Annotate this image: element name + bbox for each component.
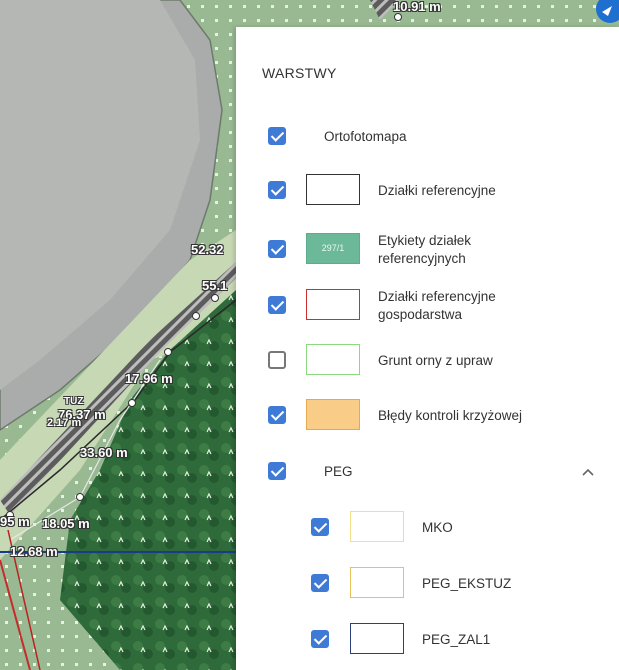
- map-measurement-label: 2.17 m: [47, 417, 82, 429]
- layer-swatch: [350, 567, 404, 598]
- layer-swatch: [350, 511, 404, 542]
- layers-panel: WARSTWY Ortofotomapa Działki referencyjn…: [236, 27, 619, 670]
- map-measurement-label: 33.60 m: [80, 445, 128, 460]
- layer-swatch: [350, 623, 404, 654]
- map-measurement-label: 10.91 m: [393, 0, 441, 14]
- layer-label: PEG_ZAL1: [422, 632, 491, 648]
- checkbox[interactable]: [311, 518, 329, 536]
- layer-row-dzialki-gospodarstwa[interactable]: Działki referencyjne gospodarstwa: [236, 286, 619, 326]
- layer-label: Ortofotomapa: [324, 129, 407, 145]
- map-measurement-label: TUZ: [64, 396, 84, 407]
- map-measurement-label: 95 m: [0, 514, 30, 529]
- checkbox[interactable]: [268, 406, 286, 424]
- layer-label: MKO: [422, 520, 453, 536]
- sublayer-row-peg-ekstuz[interactable]: PEG_EKSTUZ: [236, 564, 619, 604]
- checkbox[interactable]: [311, 630, 329, 648]
- layer-swatch: [306, 174, 360, 205]
- layer-label: Etykiety działek referencyjnych: [378, 233, 472, 266]
- layer-label: Działki referencyjne gospodarstwa: [378, 289, 496, 322]
- layer-row-ortofotomapa[interactable]: Ortofotomapa: [236, 117, 619, 157]
- checkbox[interactable]: [268, 462, 286, 480]
- layer-swatch: [306, 399, 360, 430]
- layer-row-bledy-kontroli[interactable]: Błędy kontroli krzyżowej: [236, 396, 619, 436]
- sublayer-row-mko[interactable]: MKO: [236, 508, 619, 548]
- layer-swatch: [306, 344, 360, 375]
- map-measurement-label: 55.1: [202, 278, 228, 293]
- map-measurement-label: 18.05 m: [42, 516, 90, 531]
- compass-icon[interactable]: [590, 0, 619, 29]
- layer-row-grunt-orny[interactable]: Grunt orny z upraw: [236, 341, 619, 381]
- checkbox[interactable]: [268, 351, 286, 369]
- layer-label: Błędy kontroli krzyżowej: [378, 408, 523, 424]
- layer-swatch: [306, 289, 360, 320]
- layer-row-etykiety-dzialek[interactable]: 297/1 Etykiety działek referencyjnych: [236, 230, 619, 270]
- checkbox[interactable]: [268, 296, 286, 314]
- layer-swatch: 297/1: [306, 233, 360, 264]
- layer-label: Grunt orny z upraw: [378, 353, 493, 369]
- sublayer-row-peg-zal1[interactable]: PEG_ZAL1: [236, 620, 619, 660]
- checkbox[interactable]: [268, 181, 286, 199]
- layer-row-dzialki-referencyjne[interactable]: Działki referencyjne: [236, 171, 619, 211]
- map-measurement-label: 12.68 m: [10, 544, 58, 559]
- layer-label: Działki referencyjne: [378, 183, 496, 199]
- layer-label: PEG_EKSTUZ: [422, 576, 512, 592]
- swatch-label: 297/1: [321, 243, 345, 253]
- layer-label: PEG: [324, 464, 353, 480]
- panel-title: WARSTWY: [262, 65, 337, 81]
- layer-group-peg[interactable]: PEG: [236, 452, 619, 492]
- map-measurement-label: 17.96 m: [125, 371, 173, 386]
- map-measurement-label: 52.32: [191, 242, 224, 257]
- chevron-up-icon[interactable]: [580, 464, 596, 480]
- checkbox[interactable]: [268, 127, 286, 145]
- checkbox[interactable]: [268, 240, 286, 258]
- checkbox[interactable]: [311, 574, 329, 592]
